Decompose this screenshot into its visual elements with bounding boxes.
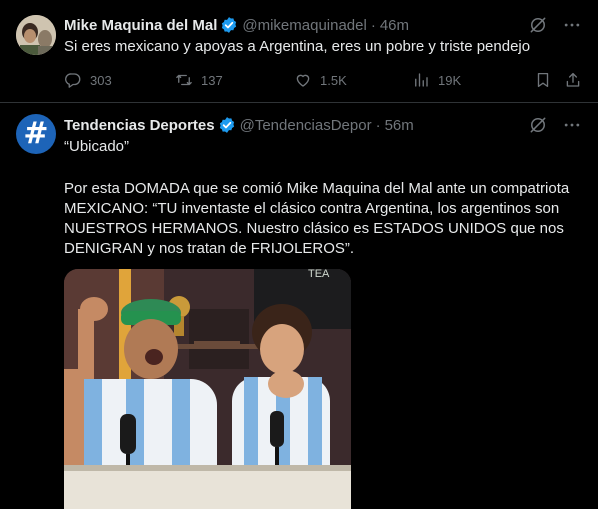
tweet-header: Tendencias Deportes @TendenciasDepor · 5… [64, 115, 582, 135]
tweet[interactable]: # Tendencias Deportes @TendenciasDepor ·… [0, 103, 598, 509]
more-icon[interactable] [562, 15, 582, 35]
avatar[interactable] [16, 15, 56, 55]
share-button[interactable] [564, 71, 582, 89]
reply-count: 303 [90, 72, 112, 88]
retweet-button[interactable]: 137 [175, 71, 223, 89]
bookmark-button[interactable] [534, 71, 552, 89]
author-handle[interactable]: @mikemaquinadel [242, 17, 366, 34]
header-icons [528, 115, 582, 135]
views-icon [415, 73, 428, 87]
tweet[interactable]: Mike Maquina del Mal @mikemaquinadel · 4… [0, 0, 598, 103]
tweet-text: Si eres mexicano y apoyas a Argentina, e… [64, 38, 531, 55]
like-button[interactable]: 1.5K [294, 71, 347, 89]
separator: · [375, 116, 381, 134]
retweet-icon [176, 74, 192, 86]
tweet-quote-line: “Ubicado” [64, 138, 130, 155]
grok-icon[interactable] [528, 15, 548, 35]
like-icon [296, 74, 310, 87]
retweet-count: 137 [201, 72, 223, 88]
author-name[interactable]: Mike Maquina del Mal [64, 17, 217, 34]
media-sign-text: TEA [308, 269, 330, 280]
reply-icon [64, 73, 81, 88]
tweet-header: Mike Maquina del Mal @mikemaquinadel · 4… [64, 15, 582, 35]
tweet-media[interactable]: TEA [64, 269, 351, 509]
avatar[interactable]: # [16, 114, 56, 154]
reply-button[interactable]: 303 [64, 71, 112, 89]
tweet-actions: 303 137 1.5K 19K [64, 70, 582, 90]
avatar-image [16, 15, 56, 55]
verified-badge-icon [219, 117, 234, 133]
header-icons [528, 15, 582, 35]
author-name[interactable]: Tendencias Deportes [64, 117, 215, 134]
timestamp[interactable]: 46m [380, 17, 409, 34]
views-count: 19K [438, 72, 462, 88]
views-button[interactable]: 19K [412, 71, 461, 89]
author-handle[interactable]: @TendenciasDepor [240, 117, 372, 134]
timestamp[interactable]: 56m [385, 117, 414, 134]
media-photo: TEA [64, 269, 351, 509]
tweet-text: Por esta DOMADA que se comió Mike Maquin… [64, 180, 570, 257]
verified-badge-icon [222, 17, 237, 33]
bookmark-icon [537, 72, 549, 88]
avatar-glyph: # [23, 116, 49, 151]
share-icon [566, 72, 580, 87]
grok-icon[interactable] [528, 115, 548, 135]
more-icon[interactable] [562, 115, 582, 135]
separator: · [370, 16, 376, 34]
like-count: 1.5K [320, 72, 347, 88]
